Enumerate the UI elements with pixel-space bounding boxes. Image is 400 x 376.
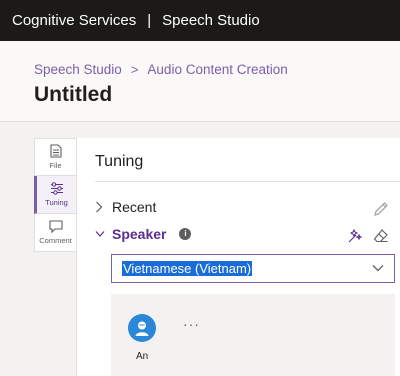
language-select-value: Vietnamese (Vietnam) [122,261,253,276]
person-icon [135,321,149,336]
voice-list: An ··· [111,294,395,376]
recent-section-header[interactable]: Recent [95,199,156,215]
recent-label: Recent [112,199,157,215]
file-icon [49,144,62,158]
magic-wand-icon [348,228,363,243]
topbar-separator: | [147,12,152,29]
breadcrumb-root-link[interactable]: Speech Studio [34,62,122,77]
tuning-panel: Tuning Recent Speaker i Vietnamese (Viet… [76,138,400,376]
breadcrumb-current[interactable]: Audio Content Creation [147,62,287,77]
product-label[interactable]: Speech Studio [162,12,260,29]
language-select[interactable]: Vietnamese (Vietnam) [111,254,395,283]
more-options-button[interactable]: ··· [183,316,200,332]
eraser-icon [373,229,388,243]
pencil-icon [374,202,388,216]
page-title: Untitled [34,83,113,106]
speaker-section-header[interactable]: Speaker i [95,226,192,242]
rail-tab-file-label: File [49,161,62,170]
breadcrumb-separator: > [130,62,139,77]
side-rail: File Tuning Comment [34,138,77,252]
chevron-down-icon [95,230,105,238]
sliders-icon [50,182,63,195]
panel-title: Tuning [95,153,144,170]
rail-tab-comment[interactable]: Comment [34,214,77,252]
info-icon[interactable]: i [179,228,192,240]
page-header: Speech Studio > Audio Content Creation U… [0,41,400,122]
top-bar: Cognitive Services | Speech Studio [0,0,400,41]
chevron-right-icon [95,201,105,213]
speaker-label: Speaker [112,226,167,242]
comment-icon [48,220,63,233]
rail-tab-file[interactable]: File [34,138,77,176]
rail-tab-comment-label: Comment [39,236,72,245]
voice-name: An [136,351,149,362]
rail-tab-tuning-label: Tuning [45,198,68,207]
chevron-down-icon [372,265,384,272]
clear-button[interactable] [371,226,391,246]
brand-label[interactable]: Cognitive Services [12,12,136,29]
rail-tab-tuning[interactable]: Tuning [34,176,77,214]
breadcrumb: Speech Studio > Audio Content Creation [34,62,288,77]
voice-avatar[interactable] [128,314,156,342]
auto-fill-button[interactable] [345,226,365,246]
edit-button[interactable] [371,199,391,219]
panel-divider [95,181,400,182]
